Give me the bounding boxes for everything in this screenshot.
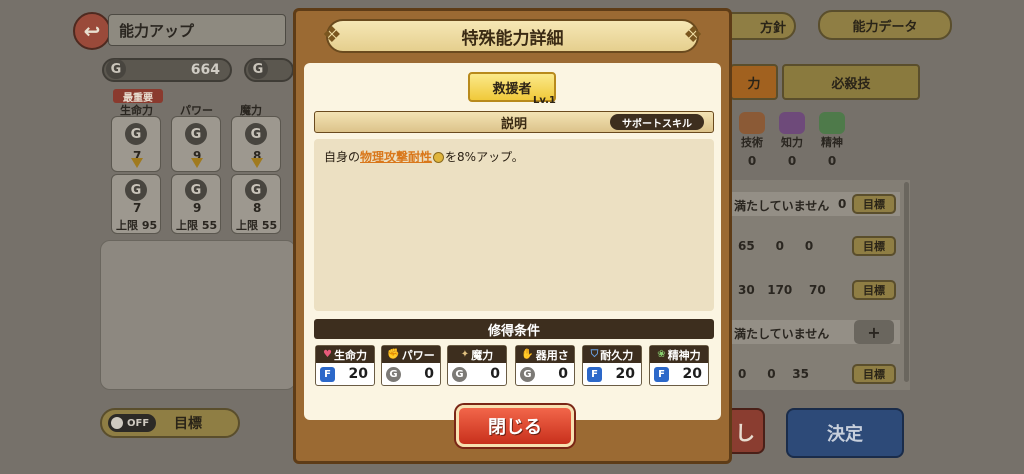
confirm-button[interactable]: 決定 (786, 408, 904, 458)
intellect-icon (779, 112, 805, 134)
shield-icon: ⛉ (590, 349, 599, 360)
ornament-left-icon: ❖ (322, 23, 342, 48)
gold-value: 664 (190, 62, 220, 78)
right-stat-intellect: 知力 0 (775, 112, 809, 168)
ability-data-button[interactable]: 能力データ (818, 10, 952, 40)
modal-title-bar: 特殊能力詳細 (326, 19, 699, 53)
description-box: 自身の物理攻撃耐性 を8%アップ。 (314, 139, 714, 311)
stat-card-bottom: G 7 上限 95 (111, 174, 161, 234)
condition-dexterity: ✋ 器用さ G0 (515, 345, 575, 386)
gold-counter: G 664 (102, 58, 232, 82)
skill-name: 救援者 (492, 81, 532, 97)
tab-special-move[interactable]: 必殺技 (782, 64, 920, 100)
condition-magic: ✦ 魔力 G0 (447, 345, 507, 386)
header-title: 能力アップ (119, 21, 195, 40)
stat-card-bottom: G 8 上限 55 (231, 174, 281, 234)
arrow-down-icon (251, 158, 263, 168)
condition-mind: ❀ 精神力 F 20 (649, 345, 709, 386)
info-icon[interactable] (433, 152, 445, 163)
description-prefix: 自身の (324, 150, 361, 164)
fist-icon: ✊ (387, 349, 400, 360)
toggle-switch[interactable]: OFF (108, 414, 156, 432)
priority-label: 最重要 (113, 89, 163, 104)
rank-g-icon: G (245, 123, 267, 145)
add-goal-icon[interactable]: + (854, 320, 894, 344)
goal-button[interactable]: 目標 (852, 194, 896, 214)
arrow-down-icon (131, 158, 143, 168)
stat-card-bottom: G 9 上限 55 (171, 174, 221, 234)
rank-g-icon: G (185, 179, 207, 201)
toggle-knob-icon (111, 417, 123, 429)
rank-f-icon: F (587, 366, 602, 382)
right-stat-technique: 技術 0 (735, 112, 769, 168)
modal-title: 特殊能力詳細 (461, 28, 564, 49)
condition-hp: ♥ 生命力 F 20 (315, 345, 375, 386)
description-keyword[interactable]: 物理攻撃耐性 (360, 150, 432, 164)
description-panel-bg (100, 240, 296, 390)
tab-ability[interactable]: 力 (730, 64, 778, 100)
right-stat-spirit: 精神 0 (815, 112, 849, 168)
gold-coin-icon: G (106, 59, 126, 79)
return-arrow-icon: ↩ (83, 19, 101, 43)
gold-counter-2: G (244, 58, 294, 82)
hand-icon: ✋ (521, 349, 534, 360)
goal-toggle[interactable]: OFF 目標 (100, 408, 240, 438)
close-button[interactable]: 閉じる (456, 405, 574, 447)
spirit-icon (819, 112, 845, 134)
rank-g-icon: G (452, 366, 467, 382)
goal-button[interactable]: 目標 (852, 364, 896, 384)
back-button[interactable]: ↩ (73, 12, 111, 50)
list-scrollbar[interactable] (904, 182, 909, 382)
conditions-header: 修得条件 (314, 319, 714, 339)
rank-g-icon: G (185, 123, 207, 145)
rank-g-icon: G (125, 123, 147, 145)
rank-g-icon: G (245, 179, 267, 201)
rank-f-icon: F (320, 366, 335, 382)
rank-g-icon: G (125, 179, 147, 201)
skill-detail-modal: 特殊能力詳細 ❖ ❖ 救援者 Lv.1 説明 サポートスキル 自身の物理攻撃耐性… (293, 8, 732, 464)
rank-g-icon: G (520, 366, 535, 382)
header-bar: 能力アップ (108, 14, 286, 46)
skill-level: Lv.1 (533, 95, 556, 106)
skill-list: 満たしていません 0 目標 65 0 0 目標 30 170 70 目標 満たし… (730, 180, 910, 390)
heart-icon: ♥ (323, 349, 332, 360)
mind-icon: ❀ (657, 349, 666, 360)
arrow-down-icon (191, 158, 203, 168)
gold-coin-icon-2: G (248, 59, 268, 79)
condition-power: ✊ パワー G0 (381, 345, 441, 386)
rank-f-icon: F (654, 366, 669, 382)
technique-icon (739, 112, 765, 134)
magic-icon: ✦ (460, 349, 470, 360)
description-suffix: を8%アップ。 (445, 150, 524, 164)
ornament-right-icon: ❖ (683, 23, 703, 48)
goal-button[interactable]: 目標 (852, 280, 896, 300)
goal-button[interactable]: 目標 (852, 236, 896, 256)
condition-endurance: ⛉ 耐久力 F 20 (582, 345, 642, 386)
category-badge: サポートスキル (610, 114, 704, 130)
rank-g-icon: G (386, 366, 401, 382)
